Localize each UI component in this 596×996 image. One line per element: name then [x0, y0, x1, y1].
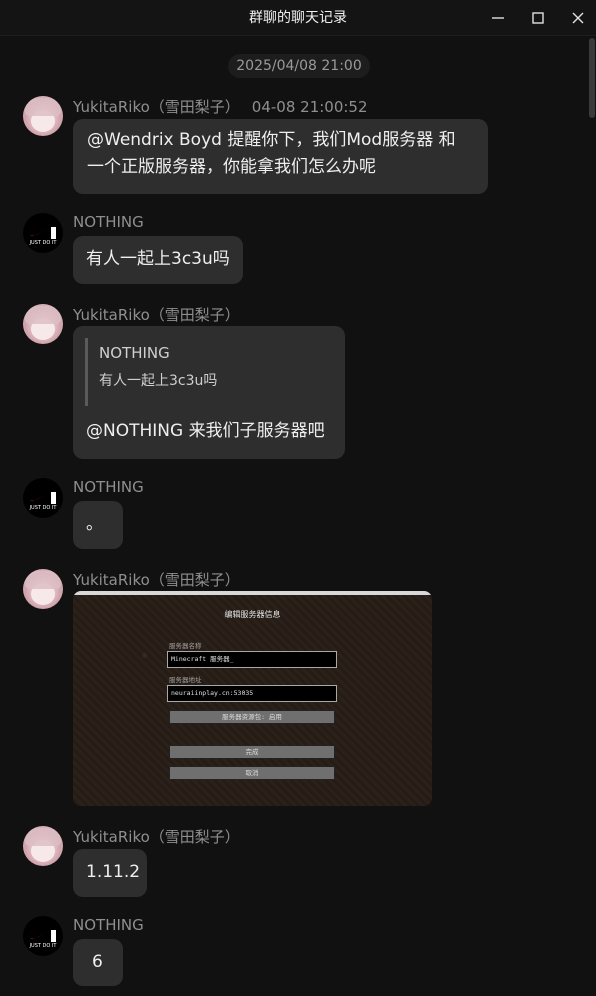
nike-logo-icon: JUST DO IT [29, 492, 58, 511]
sender-name: YukitaRiko（雪田梨子） [73, 306, 240, 324]
message-text-line: 6 [92, 952, 103, 972]
mc-done-button: 完成 [169, 745, 335, 759]
avatar-slogan: JUST DO IT [29, 240, 58, 246]
sender-name: NOTHING [73, 213, 144, 231]
quoted-sender: NOTHING [99, 344, 170, 362]
scrollbar-thumb[interactable] [589, 38, 595, 118]
message-bubble[interactable]: NOTHING 有人一起上3c3u吗 @NOTHING 来我们子服务器吧 [73, 326, 345, 459]
sender-name: YukitaRiko（雪田梨子） [73, 828, 240, 846]
sender-name: YukitaRiko（雪田梨子） 04-08 21:00:52 [73, 96, 368, 117]
close-button[interactable] [558, 0, 596, 36]
avatar-slogan: JUST DO IT [29, 943, 58, 949]
mc-server-name-label: 服务器名称 [169, 642, 202, 650]
quoted-text: 有人一起上3c3u吗 [99, 373, 218, 389]
avatar[interactable] [23, 96, 63, 136]
nike-logo-icon: JUST DO IT [29, 227, 58, 246]
message-bubble[interactable]: 1.11.2 [73, 849, 147, 897]
nike-logo-icon: JUST DO IT [29, 930, 58, 949]
image-top-strip [73, 591, 432, 595]
sender-name: YukitaRiko（雪田梨子） [73, 571, 240, 589]
message-text-line: 有人一起上3c3u吗 [86, 249, 230, 269]
message-bubble[interactable]: 有人一起上3c3u吗 [73, 236, 243, 284]
title-bar: 群聊的聊天记录 [0, 0, 596, 36]
quoted-message[interactable]: NOTHING 有人一起上3c3u吗 [85, 338, 217, 406]
avatar[interactable]: JUST DO IT [23, 213, 63, 253]
message-text-line: @NOTHING 来我们子服务器吧 [86, 421, 325, 441]
mc-cancel-button: 取消 [169, 766, 335, 780]
minimize-button[interactable] [478, 0, 518, 36]
message-text-line: 1.11.2 [86, 862, 141, 882]
message-bubble[interactable]: 6 [73, 939, 123, 986]
avatar[interactable] [23, 826, 63, 866]
message-text-line: 一个正版服务器，你能拿我们怎么办呢 [87, 157, 376, 177]
image-attachment[interactable]: 编辑服务器信息 服务器名称 Minecraft 服务器_ 服务器地址 neura… [73, 591, 432, 806]
message-time: 04-08 21:00:52 [251, 98, 368, 116]
minimize-icon [492, 17, 504, 19]
avatar-slogan: JUST DO IT [29, 505, 58, 511]
avatar[interactable] [23, 569, 63, 609]
avatar[interactable]: JUST DO IT [23, 478, 63, 518]
sender-label: YukitaRiko（雪田梨子） [73, 98, 240, 116]
mc-server-name-field: Minecraft 服务器_ [167, 651, 337, 668]
mc-screen-title: 编辑服务器信息 [224, 610, 281, 619]
mc-server-address-field: neuraiinplay.cn:53035 [167, 685, 337, 702]
scrollbar-track[interactable] [588, 36, 596, 996]
sender-name: NOTHING [73, 478, 144, 496]
message-text-line: 。 [86, 514, 103, 534]
message-bubble[interactable]: @Wendrix Boyd 提醒你下，我们Mod服务器 和 一个正版服务器，你能… [73, 119, 488, 194]
mc-resource-pack-button: 服务器资源包: 启用 [169, 710, 335, 724]
maximize-icon [532, 12, 544, 24]
date-separator: 2025/04/08 21:00 [228, 54, 370, 78]
close-icon [572, 12, 584, 24]
mc-server-address-label: 服务器地址 [169, 676, 202, 684]
avatar[interactable]: JUST DO IT [23, 916, 63, 956]
sender-name: NOTHING [73, 916, 144, 934]
avatar[interactable] [23, 304, 63, 344]
message-bubble[interactable]: 。 [73, 501, 123, 549]
maximize-button[interactable] [518, 0, 558, 36]
chat-history: 2025/04/08 21:00 YukitaRiko（雪田梨子） 04-08 2… [0, 36, 588, 996]
message-text-line: @Wendrix Boyd 提醒你下，我们Mod服务器 和 [87, 130, 456, 150]
